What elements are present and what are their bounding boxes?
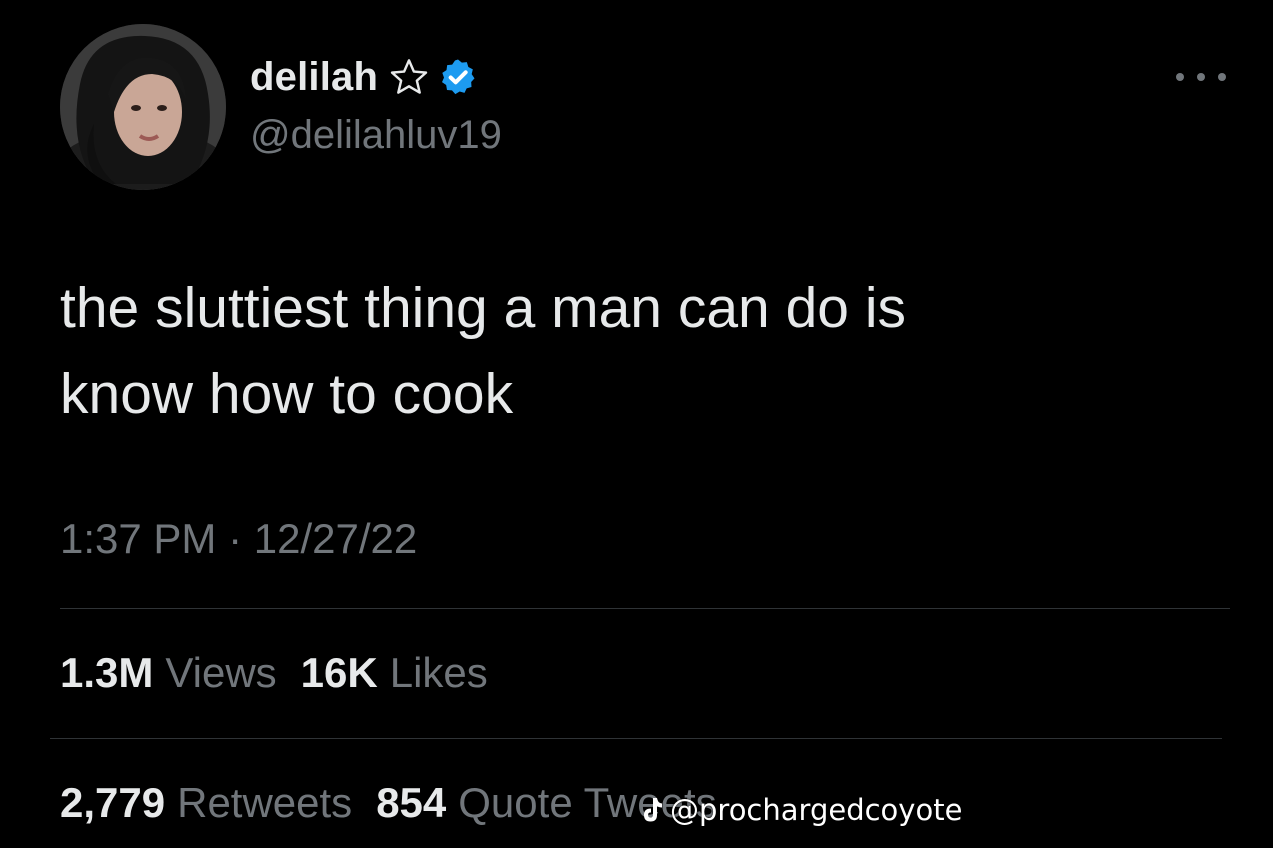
tweet-text-line: know how to cook: [60, 362, 514, 426]
author-name-row: delilah: [250, 52, 478, 102]
verified-badge-icon: [438, 57, 478, 97]
likes-stat[interactable]: 16K Likes: [301, 649, 488, 697]
tweet-timestamp[interactable]: 1:37 PM · 12/27/22: [60, 515, 417, 563]
more-horizontal-icon-dot: [1218, 73, 1226, 81]
author-handle[interactable]: @delilahluv19: [250, 113, 502, 158]
likes-label: Likes: [389, 649, 488, 696]
tweet-text-line: the sluttiest thing a man can do is: [60, 276, 906, 340]
retweets-stat[interactable]: 2,779 Retweets: [60, 779, 352, 827]
more-horizontal-icon-dot: [1197, 73, 1205, 81]
views-label: Views: [165, 649, 277, 696]
divider: [60, 608, 1230, 609]
more-options-button[interactable]: [1176, 62, 1226, 92]
avatar-photo: [60, 24, 226, 190]
more-horizontal-icon: [1176, 73, 1184, 81]
tweet-text: the sluttiest thing a man can do is know…: [60, 265, 1210, 437]
tiktok-icon: [640, 796, 664, 824]
divider: [50, 738, 1222, 739]
avatar[interactable]: [60, 24, 226, 190]
author-display-name[interactable]: delilah: [250, 55, 378, 100]
views-stat[interactable]: 1.3M Views: [60, 649, 277, 697]
engagement-stats-row: 2,779 Retweets 854 Quote Tweets: [60, 775, 741, 831]
watermark-text: @prochargedcoyote: [670, 793, 963, 827]
views-count: 1.3M: [60, 649, 154, 696]
retweets-count: 2,779: [60, 779, 166, 826]
likes-count: 16K: [300, 649, 378, 696]
star-outline-icon: [388, 56, 430, 98]
retweets-label: Retweets: [177, 779, 353, 826]
tiktok-watermark: @prochargedcoyote: [640, 792, 962, 828]
quote-tweets-count: 854: [376, 779, 447, 826]
engagement-stats-row: 1.3M Views 16K Likes: [60, 645, 512, 701]
